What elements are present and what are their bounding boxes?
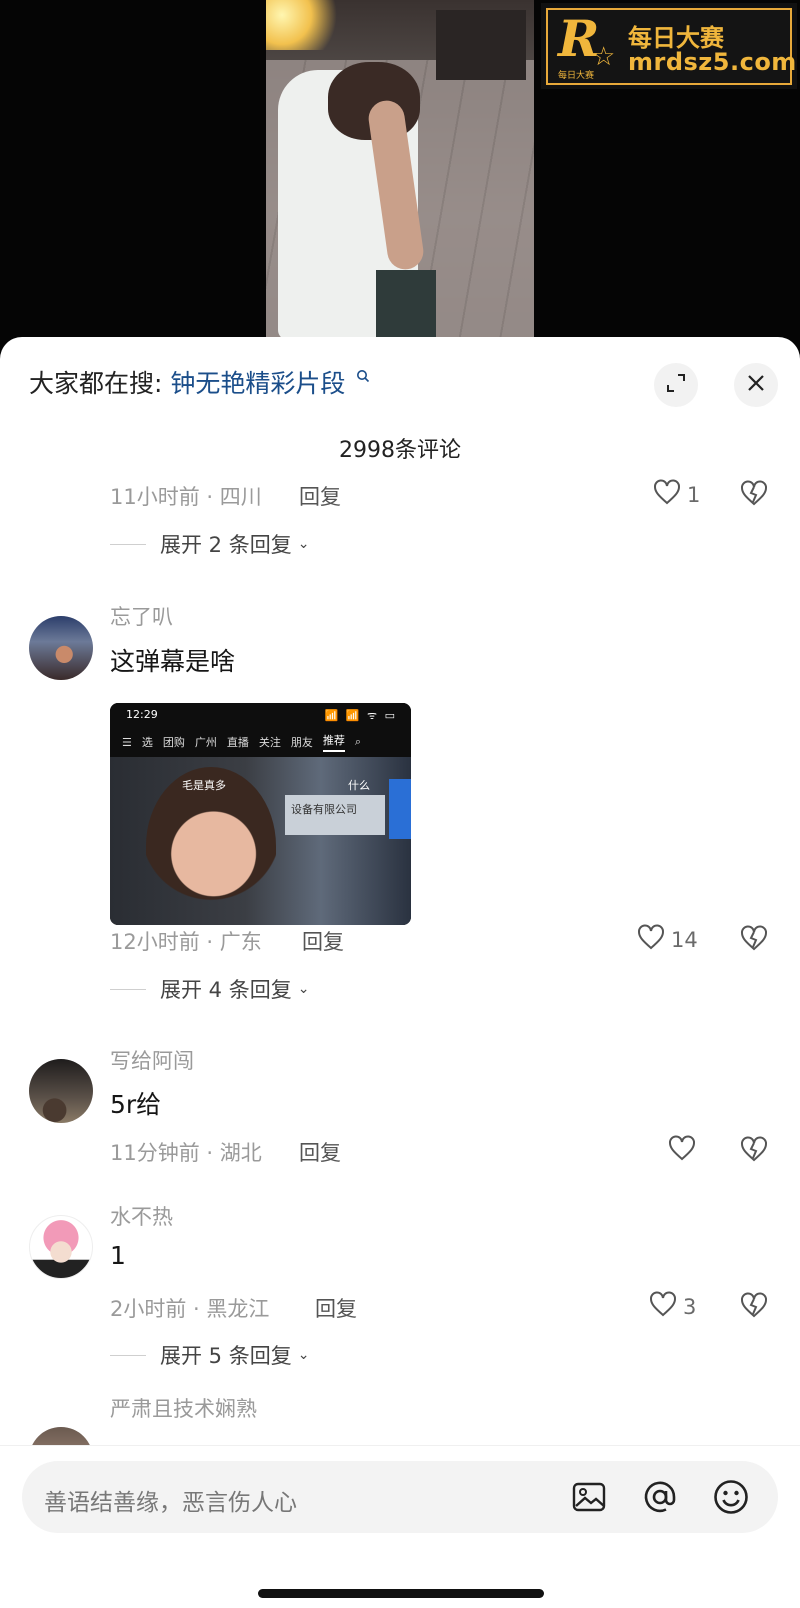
comment-username[interactable]: 忘了叭 [110,601,173,631]
image-danmaku: 毛是真多 [182,779,226,792]
search-suggestion-prefix: 大家都在搜: [29,369,163,398]
image-blue-panel [389,779,411,839]
expand-replies-label: 展开 4 条回复 [160,978,292,1002]
dislike-button[interactable] [740,925,768,955]
expand-divider [110,543,146,545]
like-count: 14 [671,927,698,952]
expand-replies-button[interactable]: 展开 2 条回复 ⌄ [110,529,309,559]
video-light [266,0,346,50]
expand-divider [110,1354,146,1356]
star-icon: ☆ [592,42,616,72]
chevron-down-icon: ⌄ [297,1347,310,1363]
image-tab-active: 推荐 [322,732,345,752]
comment-meta: 12小时前 · 广东 [110,930,262,954]
broken-heart-icon [740,480,768,510]
image-status-icons: 📶 📶 ᯤ ▭ [324,709,397,722]
image-tab: 广州 [194,736,217,749]
image-tabs: ☰ 选 团购 广州 直播 关注 朋友 推荐 ⌕ [110,727,411,757]
image-tab: 关注 [258,736,281,749]
avatar[interactable] [29,1215,93,1279]
chevron-down-icon: ⌄ [297,981,310,997]
heart-icon [649,1291,677,1322]
home-indicator[interactable] [258,1589,544,1598]
comment-input-bar: 善语结善缘，恶言伤人心 [0,1445,800,1608]
broken-heart-icon [740,1292,768,1322]
dislike-button[interactable] [740,480,768,510]
dislike-button[interactable] [740,1292,768,1322]
comment-sheet: 大家都在搜: 钟无艳精彩片段 2998条评论 11小时前 · 四川 回复 1 展… [0,337,800,1608]
watermark-frame: R ☆ 每日大赛 每日大赛 mrdsz5.com [546,8,796,85]
comment-input-placeholder: 善语结善缘，恶言伤人心 [44,1490,297,1516]
at-icon[interactable] [641,1478,679,1516]
image-tab: 朋友 [290,736,313,749]
search-icon [356,368,370,387]
heart-icon [637,924,665,955]
watermark-sub: 每日大赛 [558,71,595,81]
comment-count: 2998条评论 [339,438,461,463]
expand-replies-label: 展开 5 条回复 [160,1344,292,1368]
avatar[interactable] [29,1059,93,1123]
reply-button[interactable]: 回复 [299,1137,341,1167]
expand-icon [665,372,687,398]
close-button[interactable] [734,363,778,407]
expand-replies-label: 展开 2 条回复 [160,533,292,557]
avatar[interactable] [29,616,93,680]
expand-button[interactable] [654,363,698,407]
emoji-icon[interactable] [712,1478,750,1516]
comment-meta: 11分钟前 · 湖北 [110,1141,262,1165]
comment-text: 1 [110,1241,126,1270]
comment-text: 5r给 [110,1090,162,1119]
image-tab: 团购 [162,736,185,749]
broken-heart-icon [740,925,768,955]
image-status-bar: 12:29 📶 📶 ᯤ ▭ [110,703,411,727]
comment-username[interactable]: 写给阿闯 [110,1045,194,1075]
comment-text: 这弹幕是啥 [110,647,236,676]
search-suggestion-keyword[interactable]: 钟无艳精彩片段 [170,369,345,398]
expand-replies-button[interactable]: 展开 5 条回复 ⌄ [110,1340,309,1370]
image-time: 12:29 [126,708,158,721]
comment-username[interactable]: 严肃且技术娴熟 [110,1393,257,1423]
video-door [436,10,526,80]
comment-meta: 2小时前 · 黑龙江 [110,1297,270,1321]
watermark-logo: R ☆ 每日大赛 每日大赛 mrdsz5.com [541,3,797,89]
close-icon [746,373,766,397]
like-button[interactable] [668,1135,702,1166]
video-frame [266,0,534,360]
image-sign: 设备有限公司 [285,795,385,835]
image-tab: 直播 [226,736,249,749]
video-person-arm [366,98,426,272]
watermark-url: mrdsz5.com [628,48,797,76]
expand-replies-button[interactable]: 展开 4 条回复 ⌄ [110,974,309,1004]
comment-username[interactable]: 水不热 [110,1201,173,1231]
chevron-down-icon: ⌄ [297,536,310,552]
like-button[interactable]: 1 [653,479,700,510]
image-tab: 选 [141,736,153,749]
comment-meta: 11小时前 · 四川 [110,485,262,509]
sheet-header: 大家都在搜: 钟无艳精彩片段 [0,337,800,419]
comment-input[interactable]: 善语结善缘，恶言伤人心 [22,1461,778,1533]
comment-image[interactable]: 12:29 📶 📶 ᯤ ▭ ☰ 选 团购 广州 直播 关注 朋友 推荐 ⌕ 设备… [110,703,411,925]
reply-button[interactable]: 回复 [315,1293,357,1323]
reply-button[interactable]: 回复 [302,926,344,956]
reply-button[interactable]: 回复 [299,481,341,511]
like-count: 3 [683,1294,697,1319]
search-icon: ⌕ [354,735,362,748]
dislike-button[interactable] [740,1136,768,1166]
like-button[interactable]: 3 [649,1291,696,1322]
search-suggestion[interactable]: 大家都在搜: 钟无艳精彩片段 [29,364,370,400]
menu-icon: ☰ [122,735,132,749]
like-count: 1 [687,482,701,507]
expand-divider [110,988,146,990]
broken-heart-icon [740,1136,768,1166]
image-icon[interactable] [570,1478,608,1516]
like-button[interactable]: 14 [637,924,698,955]
heart-icon [668,1135,696,1166]
heart-icon [653,479,681,510]
image-danmaku: 什么 [348,779,370,792]
image-body: 设备有限公司 毛是真多 什么 [110,757,411,925]
